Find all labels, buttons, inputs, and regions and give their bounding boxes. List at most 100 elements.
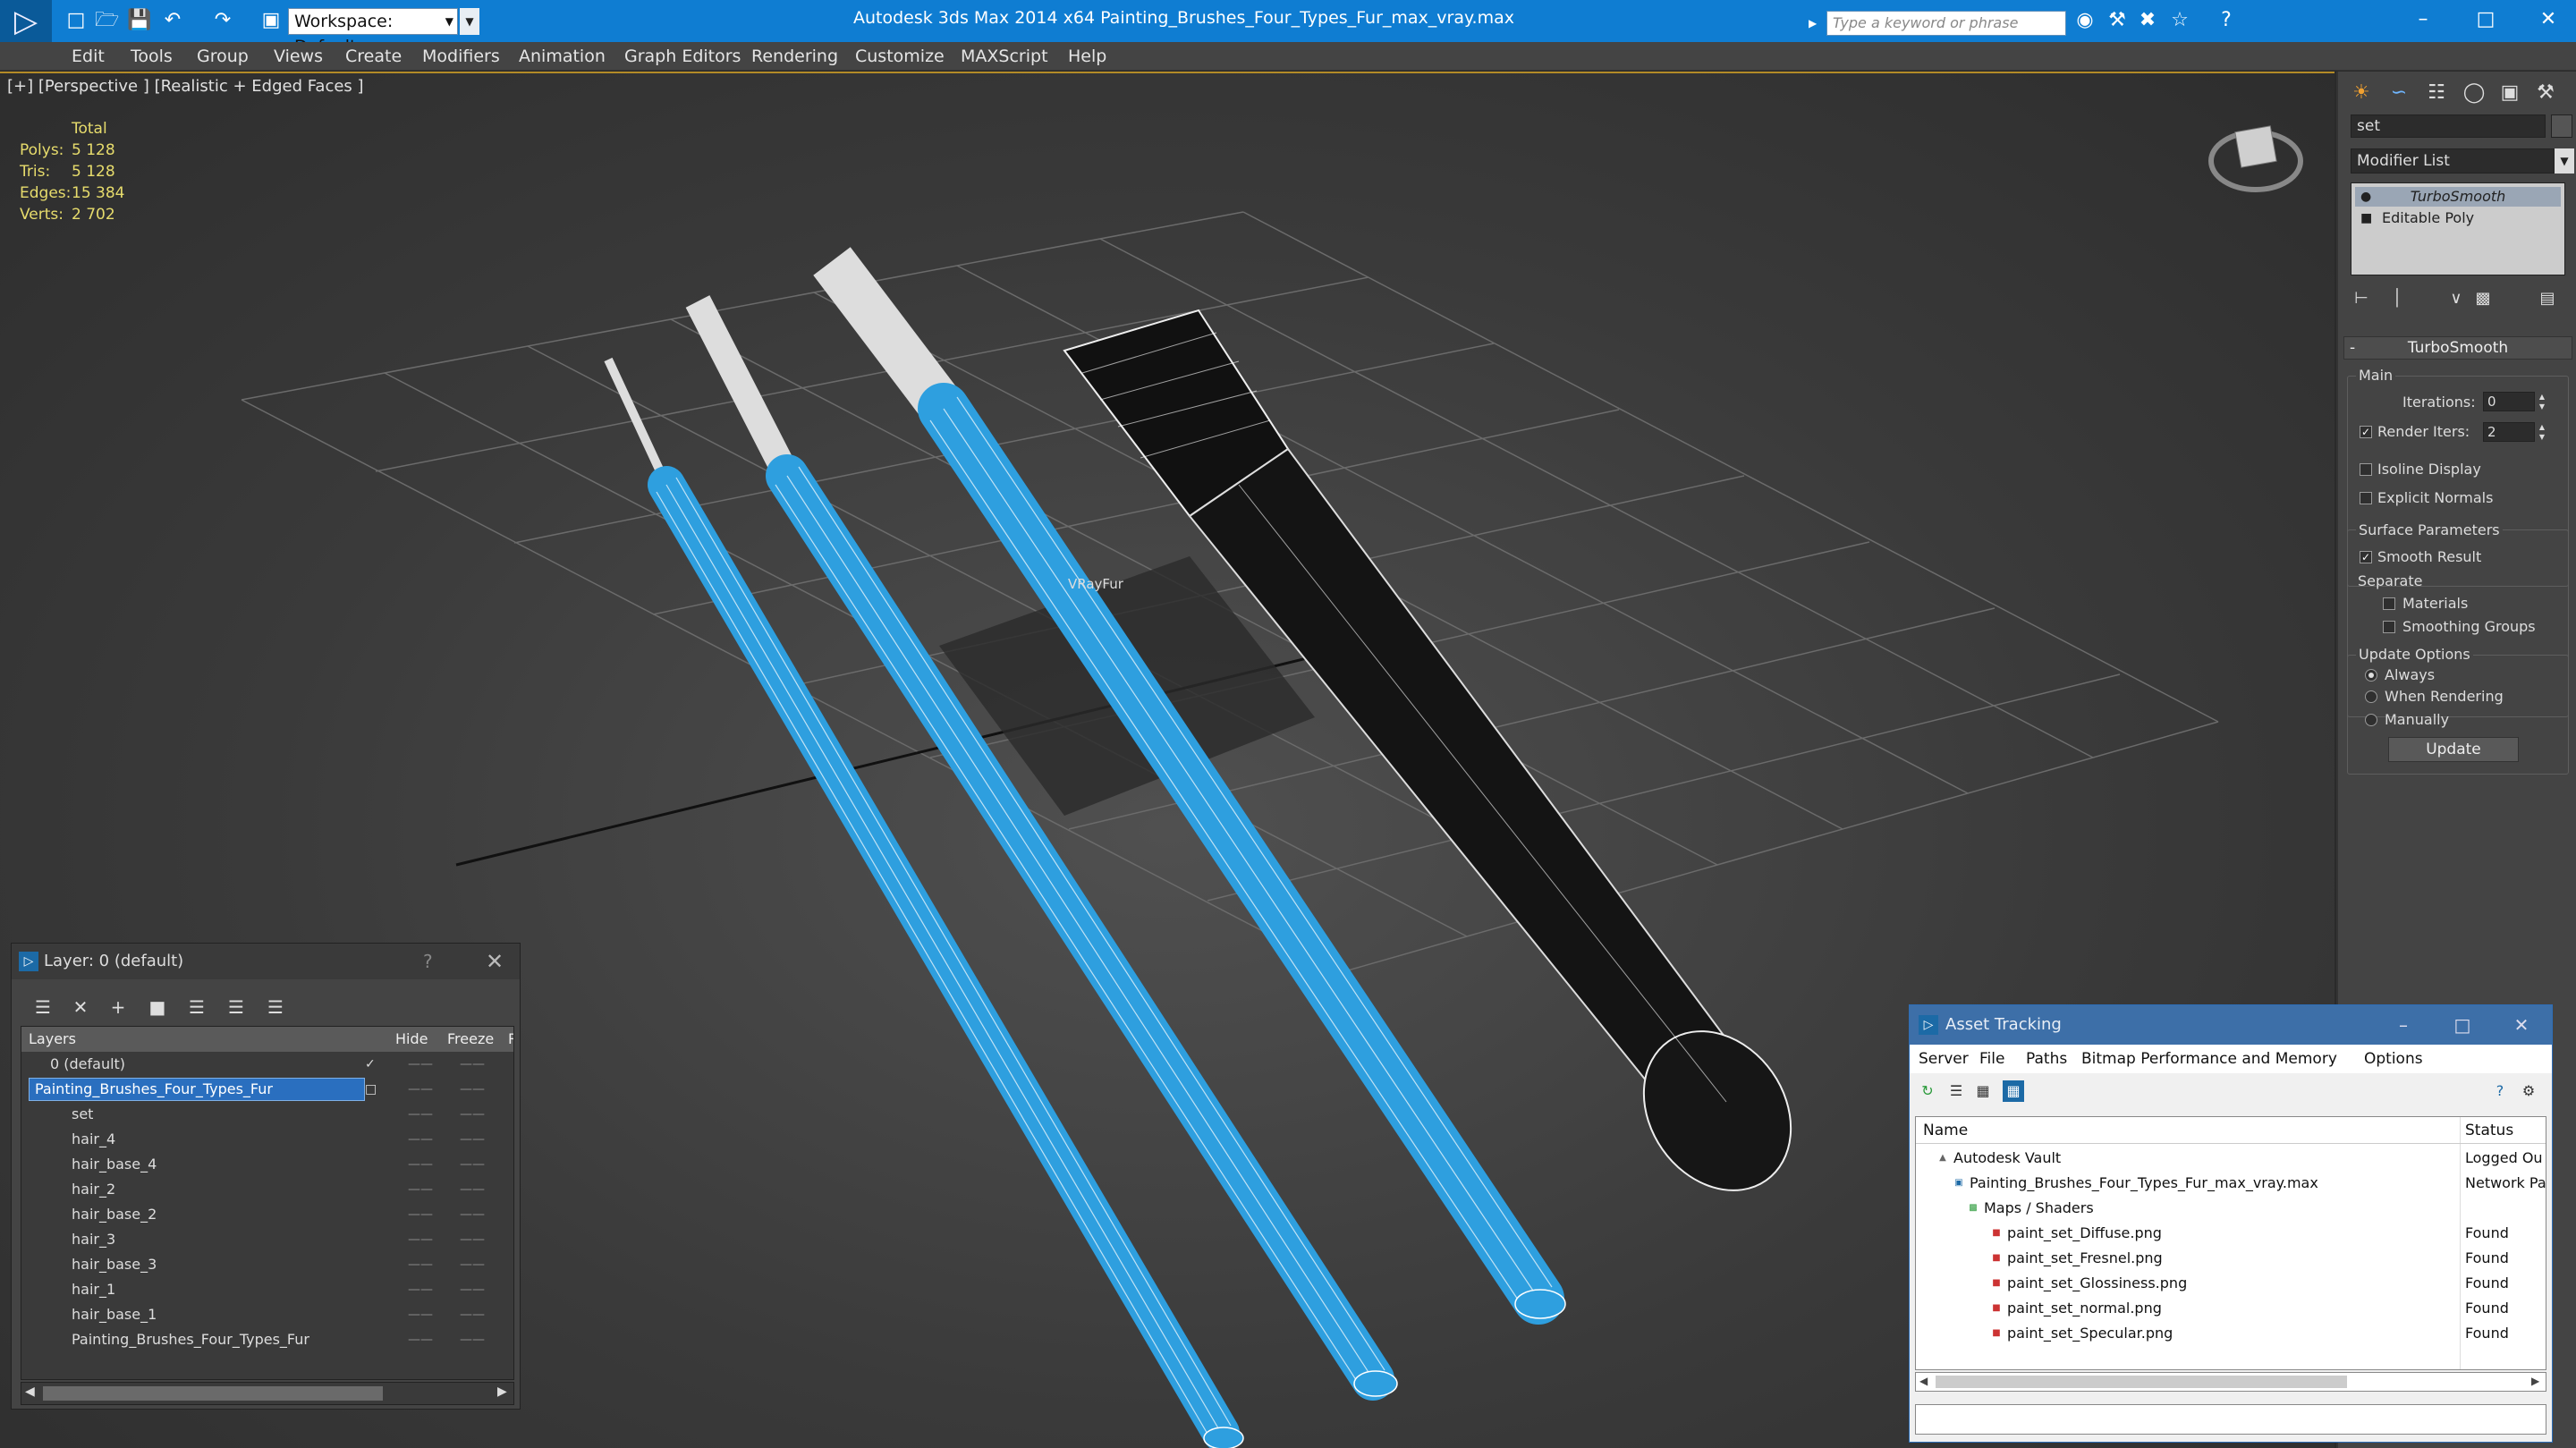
refresh-icon[interactable]: ↻: [1917, 1080, 1938, 1102]
asset-menu-server[interactable]: Server: [1919, 1050, 1969, 1068]
iterations-spinner[interactable]: 0: [2483, 392, 2535, 411]
close-button[interactable]: ✕: [2517, 0, 2576, 39]
menu-tools[interactable]: Tools: [131, 47, 173, 66]
asset-path-field[interactable]: [1915, 1404, 2546, 1435]
col-name[interactable]: Name: [1923, 1117, 1968, 1144]
scrollbar-thumb[interactable]: [43, 1386, 383, 1401]
col-freeze[interactable]: Freeze: [447, 1027, 494, 1052]
delete-layer-icon[interactable]: ✕: [67, 994, 94, 1020]
asset-row[interactable]: ■ paint_set_normal.png Found: [1916, 1296, 2546, 1321]
smoothing-groups-checkbox[interactable]: [2383, 621, 2395, 633]
menu-customize[interactable]: Customize: [855, 47, 945, 66]
stack-item-editable-poly[interactable]: ■ Editable Poly: [2355, 208, 2561, 228]
open-file-icon[interactable]: 🗁: [95, 9, 119, 32]
manually-radio[interactable]: [2365, 714, 2377, 726]
communication-icon[interactable]: ✖: [2136, 9, 2159, 32]
layer-row[interactable]: set —— ——: [21, 1102, 513, 1127]
modifier-list-dropdown[interactable]: Modifier List: [2351, 148, 2555, 174]
active-layer-check-icon[interactable]: ✓: [365, 1052, 376, 1077]
menu-graph-editors[interactable]: Graph Editors: [624, 47, 741, 66]
settings-icon[interactable]: ⚙: [2518, 1080, 2539, 1102]
asset-row[interactable]: ▩ Maps / Shaders: [1916, 1196, 2546, 1221]
menu-rendering[interactable]: Rendering: [751, 47, 838, 66]
pin-stack-icon[interactable]: ⊢: [2351, 288, 2372, 309]
asset-row[interactable]: ■ paint_set_Specular.png Found: [1916, 1321, 2546, 1346]
layer-row[interactable]: Painting_Brushes_Four_Types_Fur —— ——: [21, 1327, 513, 1352]
subscription-icon[interactable]: ⚒: [2106, 9, 2129, 32]
scroll-right-icon[interactable]: ▶: [2531, 1375, 2539, 1387]
favorites-star-icon[interactable]: ☆: [2168, 9, 2191, 32]
layer-list[interactable]: Layers Hide Freeze R 0 (default)✓———— Pa…: [21, 1026, 514, 1380]
lightbulb-icon[interactable]: ●: [2360, 190, 2371, 204]
minimize-button[interactable]: –: [2392, 0, 2454, 39]
layer-row[interactable]: hair_base_1 —— ——: [21, 1302, 513, 1327]
help-icon[interactable]: ?: [2215, 9, 2238, 32]
layer-window-title[interactable]: Layer: 0 (default): [12, 944, 520, 979]
freeze-all-layers-icon[interactable]: ☰: [262, 994, 289, 1020]
scrollbar-thumb[interactable]: [1936, 1376, 2347, 1388]
layer-row[interactable]: hair_base_2 —— ——: [21, 1202, 513, 1227]
modifier-stack[interactable]: ● TurboSmooth ■ Editable Poly: [2351, 182, 2565, 275]
layer-row[interactable]: hair_2 —— ——: [21, 1177, 513, 1202]
menu-modifiers[interactable]: Modifiers: [422, 47, 500, 66]
show-end-result-icon[interactable]: │: [2386, 288, 2408, 309]
asset-close-button[interactable]: ✕: [2493, 1005, 2550, 1045]
create-tab-icon[interactable]: ☀: [2345, 77, 2377, 109]
expand-icon[interactable]: ■: [2360, 211, 2372, 225]
layer-row[interactable]: hair_base_4 —— ——: [21, 1152, 513, 1177]
set-current-icon[interactable]: □: [365, 1077, 377, 1102]
binoculars-icon[interactable]: ◉: [2073, 9, 2097, 32]
highlight-layer-icon[interactable]: ☰: [183, 994, 210, 1020]
grid-view-icon[interactable]: ▦: [2003, 1080, 2024, 1102]
col-hide[interactable]: Hide: [395, 1027, 428, 1052]
asset-row[interactable]: ■ paint_set_Glossiness.png Found: [1916, 1271, 2546, 1296]
explicit-normals-checkbox[interactable]: [2360, 492, 2372, 504]
menu-create[interactable]: Create: [345, 47, 402, 66]
asset-row[interactable]: ■ paint_set_Diffuse.png Found: [1916, 1221, 2546, 1246]
chevron-down-icon[interactable]: ▼: [2555, 148, 2574, 174]
remove-modifier-icon[interactable]: ▩: [2472, 288, 2494, 309]
materials-checkbox[interactable]: [2383, 597, 2395, 610]
spinner-arrows-icon[interactable]: ▲ ▼: [2537, 392, 2547, 411]
layer-row[interactable]: hair_base_3 —— ——: [21, 1252, 513, 1277]
layer-row[interactable]: hair_3 —— ——: [21, 1227, 513, 1252]
asset-row[interactable]: ■ paint_set_Fresnel.png Found: [1916, 1246, 2546, 1271]
isoline-display-checkbox[interactable]: [2360, 463, 2372, 476]
select-layer-objects-icon[interactable]: ■: [144, 994, 171, 1020]
hide-all-layers-icon[interactable]: ☰: [223, 994, 250, 1020]
scroll-left-icon[interactable]: ◀: [1919, 1375, 1928, 1387]
asset-menu-paths[interactable]: Paths: [2026, 1050, 2067, 1068]
menu-help[interactable]: Help: [1068, 47, 1106, 66]
project-folder-icon[interactable]: ▣: [259, 9, 283, 32]
asset-maximize-button[interactable]: □: [2434, 1005, 2491, 1045]
layer-row[interactable]: 0 (default) ✓ —— ——: [21, 1052, 513, 1077]
scroll-left-icon[interactable]: ◀: [25, 1384, 35, 1399]
undo-icon[interactable]: ↶: [161, 9, 184, 32]
layer-row[interactable]: hair_4 —— ——: [21, 1127, 513, 1152]
smooth-result-checkbox[interactable]: ✓: [2360, 551, 2372, 563]
add-to-layer-icon[interactable]: +: [105, 994, 131, 1020]
list-view-icon[interactable]: ☰: [1945, 1080, 1967, 1102]
menu-maxscript[interactable]: MAXScript: [961, 47, 1048, 66]
scroll-right-icon[interactable]: ▶: [497, 1384, 507, 1399]
utilities-tab-icon[interactable]: ⚒: [2529, 77, 2562, 109]
maximize-button[interactable]: □: [2454, 0, 2517, 39]
menu-animation[interactable]: Animation: [519, 47, 606, 66]
layer-row[interactable]: hair_1 —— ——: [21, 1277, 513, 1302]
layer-row[interactable]: Painting_Brushes_Four_Types_Fur □ —— ——: [21, 1077, 513, 1102]
always-radio[interactable]: [2365, 669, 2377, 682]
search-input[interactable]: Type a keyword or phrase: [1826, 11, 2066, 36]
col-status[interactable]: Status: [2465, 1117, 2513, 1144]
menu-edit[interactable]: Edit: [72, 47, 105, 66]
asset-row[interactable]: ▣ Painting_Brushes_Four_Types_Fur_max_vra…: [1916, 1171, 2546, 1196]
layer-horizontal-scrollbar[interactable]: ◀ ▶: [21, 1382, 514, 1405]
when-rendering-radio[interactable]: [2365, 690, 2377, 703]
viewport-label[interactable]: [+] [Perspective ] [Realistic + Edged Fa…: [7, 77, 364, 96]
modify-tab-icon[interactable]: ∽: [2383, 77, 2415, 109]
asset-menu-bitmap[interactable]: Bitmap Performance and Memory: [2081, 1050, 2337, 1068]
update-button[interactable]: Update: [2388, 737, 2519, 762]
asset-minimize-button[interactable]: –: [2375, 1005, 2432, 1045]
quick-access-menu-icon[interactable]: ▼: [460, 8, 479, 35]
motion-tab-icon[interactable]: ◯: [2458, 77, 2490, 109]
layer-window-close-button[interactable]: ✕: [486, 949, 504, 974]
